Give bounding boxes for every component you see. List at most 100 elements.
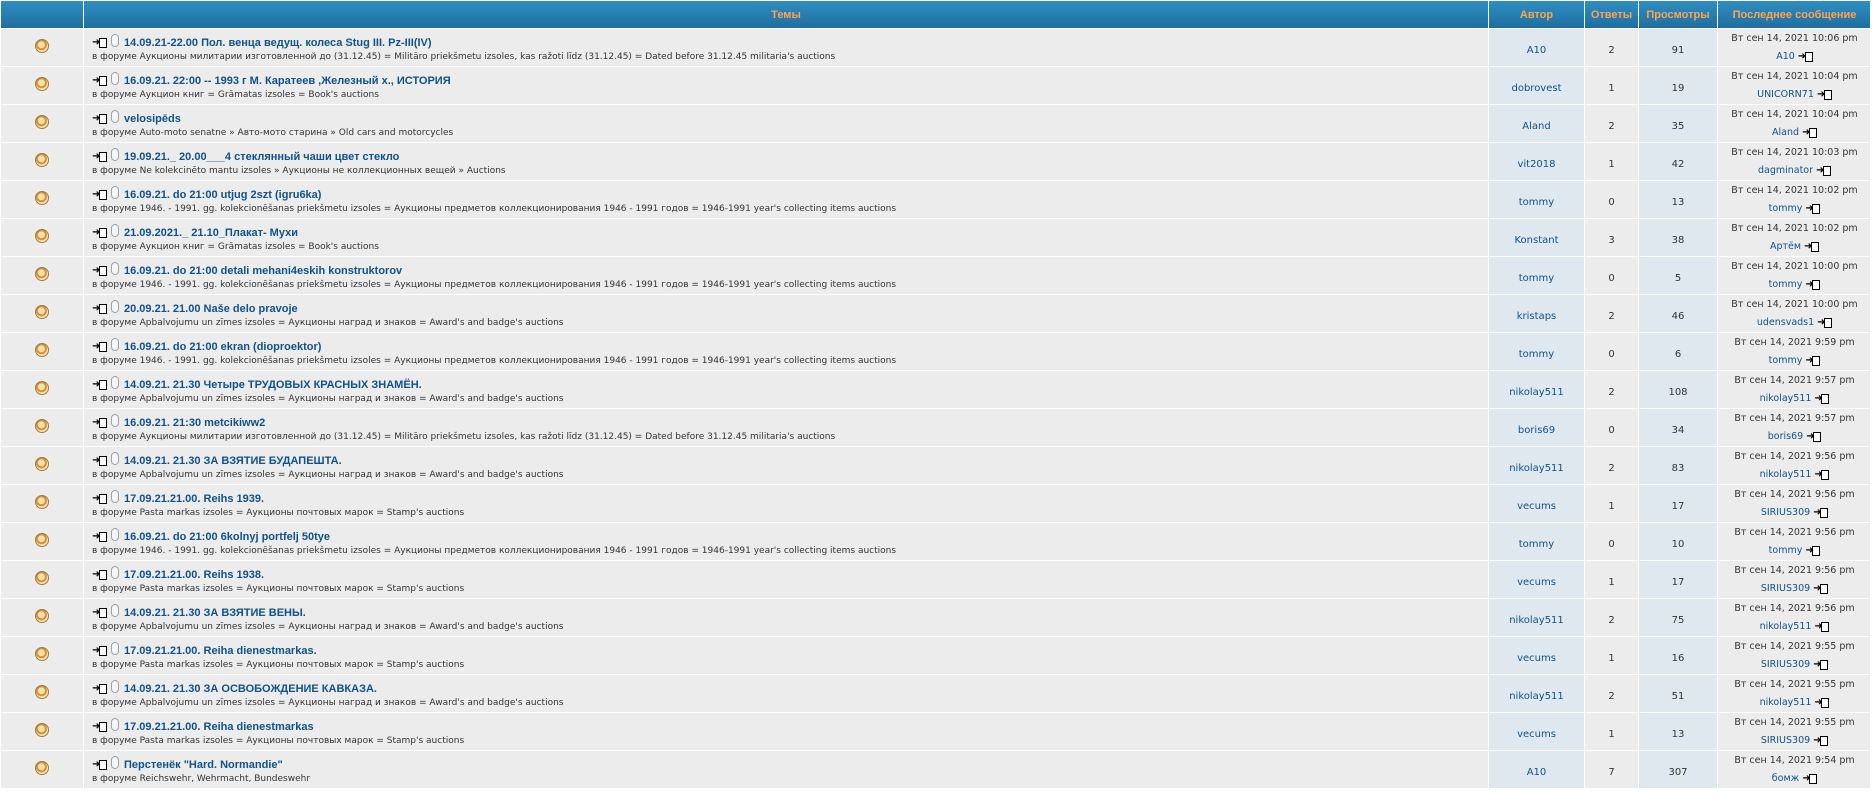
last-post-author-link[interactable]: tommy [1769, 203, 1803, 214]
last-post-author-link[interactable]: tommy [1769, 355, 1803, 366]
forum-name[interactable]: Аукционы милитарии изготовленной до (31.… [140, 52, 836, 62]
view-last-post-icon[interactable]: ➜ [1798, 51, 1813, 62]
author-link[interactable]: nikolay511 [1509, 691, 1564, 702]
goto-unread-icon[interactable]: ➜ [92, 721, 107, 732]
goto-unread-icon[interactable]: ➜ [92, 303, 107, 314]
view-last-post-icon[interactable]: ➜ [1805, 545, 1821, 556]
topic-title-link[interactable]: 16.09.21. do 21:00 ekran (dioproektor) [124, 341, 321, 353]
goto-unread-icon[interactable]: ➜ [92, 227, 107, 238]
author-link[interactable]: nikolay511 [1509, 387, 1564, 398]
last-post-author-link[interactable]: SIRIUS309 [1761, 735, 1810, 746]
topic-title-link[interactable]: 14.09.21. 21.30 ЗА ВЗЯТИЕ ВЕНЫ. [124, 607, 306, 619]
topic-title-link[interactable]: 21.09.2021._ 21.10_Плакат- Мухи [124, 227, 298, 239]
topic-title-link[interactable]: 14.09.21. 21.30 ЗА ВЗЯТИЕ БУДАПЕШТА. [124, 455, 342, 467]
topic-title-link[interactable]: 19.09.21._ 20.00___4 стеклянный чаши цве… [124, 151, 399, 163]
view-last-post-icon[interactable]: ➜ [1804, 241, 1820, 252]
topic-title-link[interactable]: Перстенёк "Hard. Normandie" [124, 759, 283, 771]
topic-title-link[interactable]: 17.09.21.21.00. Reihs 1938. [124, 569, 264, 581]
view-last-post-icon[interactable]: ➜ [1814, 697, 1830, 708]
last-post-author-link[interactable]: бомж [1772, 773, 1799, 784]
last-post-author-link[interactable]: UNICORN71 [1757, 89, 1814, 100]
topic-title-link[interactable]: 17.09.21.21.00. Reiha dienestmarkas [124, 721, 314, 733]
view-last-post-icon[interactable]: ➜ [1817, 317, 1833, 328]
forum-name[interactable]: Apbalvojumu un zīmes izsoles = Аукционы … [140, 622, 564, 632]
last-post-author-link[interactable]: nikolay511 [1760, 393, 1812, 404]
author-link[interactable]: tommy [1519, 273, 1554, 284]
topic-title-link[interactable]: 17.09.21.21.00. Reiha dienestmarkas. [124, 645, 317, 657]
view-last-post-icon[interactable]: ➜ [1802, 127, 1817, 138]
author-link[interactable]: tommy [1519, 539, 1554, 550]
topic-title-link[interactable]: 20.09.21. 21.00 Naše delo pravoje [124, 303, 298, 315]
forum-name[interactable]: Auto-moto senatne » Авто-мото старина » … [140, 128, 454, 138]
forum-name[interactable]: Apbalvojumu un zīmes izsoles = Аукционы … [140, 318, 564, 328]
goto-unread-icon[interactable]: ➜ [92, 379, 107, 390]
last-post-author-link[interactable]: SIRIUS309 [1761, 583, 1810, 594]
author-link[interactable]: vecums [1517, 653, 1556, 664]
goto-unread-icon[interactable]: ➜ [92, 265, 107, 276]
goto-unread-icon[interactable]: ➜ [92, 189, 107, 200]
last-post-author-link[interactable]: udensvads1 [1757, 317, 1814, 328]
author-link[interactable]: nikolay511 [1509, 463, 1564, 474]
view-last-post-icon[interactable]: ➜ [1814, 621, 1830, 632]
last-post-author-link[interactable]: SIRIUS309 [1761, 507, 1810, 518]
view-last-post-icon[interactable]: ➜ [1805, 203, 1821, 214]
topic-title-link[interactable]: 14.09.21. 21.30 ЗА ОСВОБОЖДЕНИЕ КАВКАЗА. [124, 683, 377, 695]
author-link[interactable]: nikolay511 [1509, 615, 1564, 626]
last-post-author-link[interactable]: tommy [1769, 545, 1803, 556]
author-link[interactable]: tommy [1519, 197, 1554, 208]
forum-name[interactable]: 1946. - 1991. gg. kolekcionēšanas priekš… [140, 204, 896, 214]
forum-name[interactable]: Pasta markas izsoles = Аукционы почтовых… [140, 660, 465, 670]
goto-unread-icon[interactable]: ➜ [92, 151, 107, 162]
last-post-author-link[interactable]: Артём [1770, 241, 1801, 252]
last-post-author-link[interactable]: nikolay511 [1760, 469, 1812, 480]
author-link[interactable]: vecums [1517, 729, 1556, 740]
topic-title-link[interactable]: 16.09.21. do 21:00 detali mehani4eskih k… [124, 265, 402, 277]
forum-name[interactable]: Аукционы милитарии изготовленной до (31.… [140, 432, 836, 442]
view-last-post-icon[interactable]: ➜ [1802, 773, 1818, 784]
author-link[interactable]: vecums [1517, 577, 1556, 588]
view-last-post-icon[interactable]: ➜ [1814, 469, 1830, 480]
forum-name[interactable]: Аукцион книг = Grāmatas izsoles = Book's… [140, 90, 379, 100]
forum-name[interactable]: Pasta markas izsoles = Аукционы почтовых… [140, 508, 465, 518]
goto-unread-icon[interactable]: ➜ [92, 531, 107, 542]
author-link[interactable]: dobrovest [1511, 83, 1561, 94]
goto-unread-icon[interactable]: ➜ [92, 759, 107, 770]
forum-name[interactable]: Pasta markas izsoles = Аукционы почтовых… [140, 584, 465, 594]
forum-name[interactable]: 1946. - 1991. gg. kolekcionēšanas priekš… [140, 356, 896, 366]
topic-title-link[interactable]: 17.09.21.21.00. Reihs 1939. [124, 493, 264, 505]
goto-unread-icon[interactable]: ➜ [92, 417, 107, 428]
goto-unread-icon[interactable]: ➜ [92, 683, 107, 694]
goto-unread-icon[interactable]: ➜ [92, 37, 107, 48]
author-link[interactable]: Aland [1522, 121, 1550, 132]
author-link[interactable]: vit2018 [1517, 159, 1555, 170]
last-post-author-link[interactable]: A10 [1776, 51, 1795, 62]
view-last-post-icon[interactable]: ➜ [1813, 735, 1829, 746]
view-last-post-icon[interactable]: ➜ [1805, 355, 1821, 366]
topic-title-link[interactable]: 16.09.21. 21:30 metcikiww2 [124, 417, 265, 429]
goto-unread-icon[interactable]: ➜ [92, 455, 107, 466]
view-last-post-icon[interactable]: ➜ [1806, 431, 1822, 442]
forum-name[interactable]: 1946. - 1991. gg. kolekcionēšanas priekš… [140, 546, 896, 556]
goto-unread-icon[interactable]: ➜ [92, 607, 107, 618]
goto-unread-icon[interactable]: ➜ [92, 645, 107, 656]
last-post-author-link[interactable]: tommy [1769, 279, 1803, 290]
view-last-post-icon[interactable]: ➜ [1813, 659, 1829, 670]
author-link[interactable]: tommy [1519, 349, 1554, 360]
last-post-author-link[interactable]: nikolay511 [1760, 697, 1812, 708]
goto-unread-icon[interactable]: ➜ [92, 493, 107, 504]
forum-name[interactable]: Apbalvojumu un zīmes izsoles = Аукционы … [140, 698, 564, 708]
last-post-author-link[interactable]: nikolay511 [1760, 621, 1812, 632]
goto-unread-icon[interactable]: ➜ [92, 75, 107, 86]
last-post-author-link[interactable]: boris69 [1768, 431, 1803, 442]
author-link[interactable]: Konstant [1514, 235, 1558, 246]
goto-unread-icon[interactable]: ➜ [92, 569, 107, 580]
forum-name[interactable]: Apbalvojumu un zīmes izsoles = Аукционы … [140, 470, 564, 480]
last-post-author-link[interactable]: SIRIUS309 [1761, 659, 1810, 670]
topic-title-link[interactable]: 16.09.21. do 21:00 6kolnyj portfelj 50ty… [124, 531, 330, 543]
forum-name[interactable]: 1946. - 1991. gg. kolekcionēšanas priekš… [140, 280, 896, 290]
view-last-post-icon[interactable]: ➜ [1816, 165, 1832, 176]
topic-title-link[interactable]: 14.09.21-22.00 Пол. венца ведущ. колеса … [124, 37, 432, 49]
goto-unread-icon[interactable]: ➜ [92, 341, 107, 352]
author-link[interactable]: A10 [1527, 45, 1547, 56]
topic-title-link[interactable]: 16.09.21. do 21:00 utjug 2szt (igru6ka) [124, 189, 321, 201]
